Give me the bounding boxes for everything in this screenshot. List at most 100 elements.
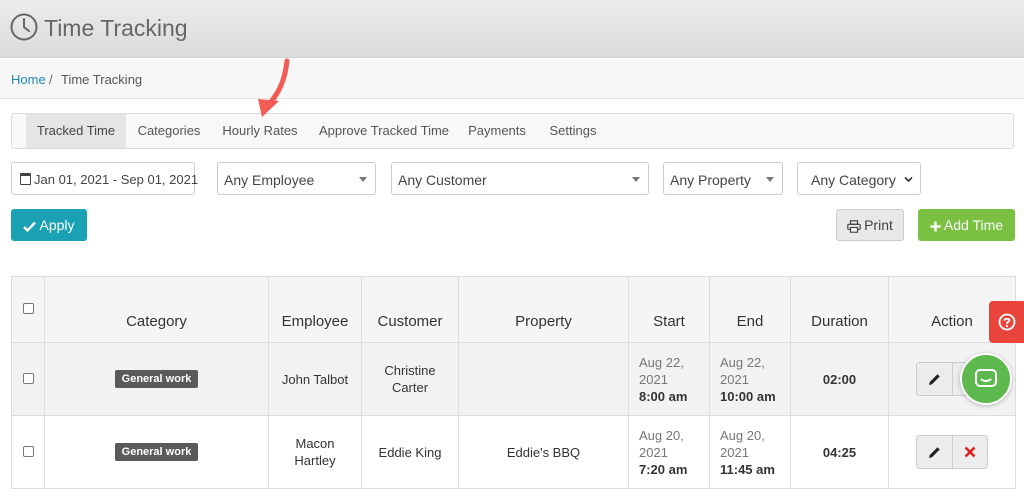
customer-cell: Eddie King — [361, 415, 459, 489]
chat-launcher-button[interactable] — [960, 353, 1012, 405]
employee-cell: John Talbot — [268, 342, 362, 416]
breadcrumb: Home / Time Tracking — [0, 59, 1024, 99]
end-time: 10:00 am — [720, 388, 776, 404]
action-cell — [888, 415, 1016, 489]
category-select[interactable]: Any Category — [797, 162, 921, 195]
column-header-category[interactable]: Category — [44, 276, 269, 343]
help-button[interactable] — [989, 301, 1024, 343]
employee-select-value: Any Employee — [224, 172, 315, 188]
annotation-arrow — [258, 58, 290, 117]
column-header-property[interactable]: Property — [458, 276, 629, 343]
start-time: 7:20 am — [639, 461, 688, 477]
duration-cell: 02:00 — [790, 342, 889, 416]
breadcrumb-separator: / — [49, 72, 53, 87]
customer-cell: Christine Carter — [361, 342, 459, 416]
row-checkbox[interactable] — [22, 445, 34, 457]
property-cell — [458, 342, 629, 416]
tab-categories[interactable]: Categories — [129, 114, 209, 148]
customer-select-value: Any Customer — [398, 172, 487, 188]
chevron-down-icon — [359, 177, 367, 182]
column-header-start[interactable]: Start — [628, 276, 710, 343]
customer-name-line: Christine — [384, 363, 436, 378]
start-date: Aug 22, — [639, 354, 684, 370]
property-select[interactable]: Any Property — [663, 162, 783, 195]
start-year: 2021 — [639, 444, 668, 460]
date-range-value: Jan 01, 2021 - Sep 01, 2021 — [34, 172, 199, 187]
question-circle-icon — [998, 313, 1015, 331]
breadcrumb-current: Time Tracking — [61, 72, 143, 87]
pencil-icon — [929, 446, 940, 458]
employee-name-line: Macon — [295, 436, 335, 451]
employee-cell: Macon Hartley — [268, 415, 362, 489]
customer-select[interactable]: Any Customer — [391, 162, 649, 195]
print-button[interactable]: Print — [836, 209, 904, 241]
category-badge: General work — [114, 443, 199, 461]
tracked-time-table: Category Employee Customer Property Star… — [11, 276, 1016, 489]
column-header-customer[interactable]: Customer — [361, 276, 459, 343]
date-range-picker[interactable]: Jan 01, 2021 - Sep 01, 2021 — [11, 162, 199, 195]
tab-payments[interactable]: Payments — [464, 114, 530, 148]
printer-icon — [847, 219, 861, 233]
pencil-icon — [929, 373, 940, 385]
row-checkbox[interactable] — [22, 372, 34, 384]
clock-icon — [10, 13, 38, 41]
start-year: 2021 — [639, 371, 668, 387]
end-year: 2021 — [720, 371, 749, 387]
customer-name-line: Eddie King — [378, 444, 442, 460]
table-header-row: Category Employee Customer Property Star… — [11, 276, 1016, 343]
apply-button[interactable]: Apply — [11, 209, 87, 241]
start-cell: Aug 20, 2021 7:20 am — [628, 415, 710, 489]
table-row: General work Macon Hartley Eddie King Ed… — [11, 415, 1016, 489]
property-select-value: Any Property — [670, 172, 751, 188]
end-date: Aug 22, — [720, 354, 765, 370]
employee-select[interactable]: Any Employee — [217, 162, 376, 195]
delete-x-icon — [964, 446, 976, 458]
chevron-down-icon — [766, 177, 774, 182]
column-header-end[interactable]: End — [709, 276, 791, 343]
breadcrumb-home-link[interactable]: Home — [11, 72, 46, 87]
category-badge: General work — [114, 370, 199, 388]
start-cell: Aug 22, 2021 8:00 am — [628, 342, 710, 416]
add-time-button[interactable]: Add Time — [918, 209, 1015, 241]
start-time: 8:00 am — [639, 388, 688, 404]
delete-button[interactable] — [952, 436, 987, 468]
page-title: Time Tracking — [44, 15, 188, 41]
tab-settings[interactable]: Settings — [543, 114, 603, 148]
category-select-value: Any Category — [811, 172, 896, 188]
column-header-employee[interactable]: Employee — [268, 276, 362, 343]
employee-name-line: John Talbot — [281, 371, 349, 387]
start-date: Aug 20, — [639, 427, 684, 443]
edit-button[interactable] — [917, 363, 952, 395]
tab-hourly-rates[interactable]: Hourly Rates — [217, 114, 303, 148]
property-cell: Eddie's BBQ — [458, 415, 629, 489]
tab-approve-tracked-time[interactable]: Approve Tracked Time — [314, 114, 454, 148]
duration-cell: 04:25 — [790, 415, 889, 489]
apply-button-label: Apply — [39, 217, 75, 233]
calendar-icon — [20, 173, 31, 185]
row-checkbox-cell — [11, 342, 45, 416]
add-time-button-label: Add Time — [943, 217, 1004, 233]
table-row: General work John Talbot Christine Carte… — [11, 342, 1016, 416]
tab-bar: Tracked Time Categories Hourly Rates App… — [11, 113, 1014, 149]
category-cell: General work — [44, 342, 269, 416]
select-all-checkbox[interactable] — [22, 303, 34, 314]
tab-tracked-time[interactable]: Tracked Time — [26, 114, 126, 148]
select-all-cell — [11, 276, 45, 343]
chevron-down-icon — [632, 177, 640, 182]
employee-name-line: Hartley — [294, 453, 336, 468]
end-cell: Aug 20, 2021 11:45 am — [709, 415, 791, 489]
print-button-label: Print — [864, 217, 893, 233]
check-icon — [23, 221, 37, 232]
category-cell: General work — [44, 415, 269, 489]
column-header-duration[interactable]: Duration — [790, 276, 889, 343]
row-checkbox-cell — [11, 415, 45, 489]
customer-name-line: Carter — [391, 380, 429, 395]
chevron-down-icon — [904, 176, 913, 183]
end-cell: Aug 22, 2021 10:00 am — [709, 342, 791, 416]
end-year: 2021 — [720, 444, 749, 460]
chat-icon — [975, 369, 997, 387]
end-time: 11:45 am — [720, 461, 775, 477]
page-header: Time Tracking — [0, 0, 1024, 58]
end-date: Aug 20, — [720, 427, 765, 443]
edit-button[interactable] — [917, 436, 952, 468]
